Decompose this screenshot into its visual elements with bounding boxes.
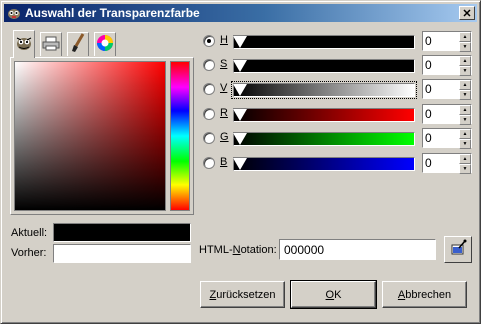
tab-color-wheel[interactable]	[94, 32, 116, 56]
tab-gimp[interactable]	[13, 30, 35, 58]
close-button[interactable]: ✕	[459, 6, 475, 20]
printer-icon	[42, 35, 60, 54]
slider-thumb[interactable]	[233, 60, 247, 72]
slider-g[interactable]	[233, 132, 415, 146]
channel-label-b: B	[220, 156, 228, 168]
spin-value-r[interactable]	[425, 106, 455, 122]
hue-strip[interactable]	[170, 61, 190, 211]
eyedropper-icon	[449, 239, 467, 260]
slider-thumb[interactable]	[233, 158, 247, 170]
slider-h[interactable]	[233, 35, 415, 49]
spin-up-button[interactable]: ▲	[459, 32, 471, 42]
spinbutton-r[interactable]: ▲▼	[422, 104, 472, 125]
radio-r[interactable]	[203, 108, 215, 120]
channel-label-h: H	[220, 34, 228, 46]
gimp-icon	[15, 35, 33, 54]
channel-label-v: V	[220, 82, 228, 94]
window-title: Auswahl der Transparenzfarbe	[25, 6, 200, 20]
slider-thumb[interactable]	[233, 36, 247, 48]
slider-thumb[interactable]	[233, 109, 247, 121]
channel-label-s: S	[220, 58, 228, 70]
slider-r[interactable]	[233, 108, 415, 122]
radio-g[interactable]	[203, 132, 215, 144]
spinbutton-b[interactable]: ▲▼	[422, 153, 472, 174]
current-label: Aktuell:	[11, 227, 48, 239]
spin-down-button[interactable]: ▼	[459, 115, 471, 125]
radio-h[interactable]	[203, 35, 215, 47]
spin-up-button[interactable]: ▲	[459, 56, 471, 66]
spin-value-h[interactable]	[425, 33, 455, 49]
spinbutton-s[interactable]: ▲▼	[422, 55, 472, 76]
saturation-value-field[interactable]	[14, 61, 166, 211]
slider-b[interactable]	[233, 157, 415, 171]
spin-value-s[interactable]	[425, 57, 455, 73]
html-notation-input[interactable]	[279, 239, 436, 260]
current-color-swatch	[53, 223, 191, 242]
spin-value-b[interactable]	[425, 155, 455, 171]
spin-up-button[interactable]: ▲	[459, 154, 471, 164]
tab-printer[interactable]	[40, 32, 62, 56]
spin-up-button[interactable]: ▲	[459, 105, 471, 115]
spinbutton-v[interactable]: ▲▼	[422, 79, 472, 100]
spinbutton-h[interactable]: ▲▼	[422, 31, 472, 52]
spin-up-button[interactable]: ▲	[459, 129, 471, 139]
slider-thumb[interactable]	[233, 84, 247, 96]
color-dialog-window: Auswahl der Transparenzfarbe ✕ Aktuell: …	[0, 0, 481, 324]
spin-down-button[interactable]: ▼	[459, 164, 471, 174]
previous-label: Vorher:	[11, 247, 47, 259]
spin-up-button[interactable]: ▲	[459, 80, 471, 90]
radio-s[interactable]	[203, 59, 215, 71]
cancel-button[interactable]: Abbrechen	[382, 281, 467, 308]
radio-v[interactable]	[203, 83, 215, 95]
spin-down-button[interactable]: ▼	[459, 66, 471, 76]
slider-v[interactable]	[231, 81, 417, 99]
color-wheel-icon	[96, 34, 114, 55]
radio-dot	[207, 39, 211, 43]
spin-down-button[interactable]: ▼	[459, 90, 471, 100]
radio-b[interactable]	[203, 157, 215, 169]
title-bar: Auswahl der Transparenzfarbe ✕	[4, 4, 477, 22]
color-picker-button[interactable]	[444, 236, 472, 263]
tab-brush[interactable]	[67, 32, 89, 56]
spin-down-button[interactable]: ▼	[459, 139, 471, 149]
channel-label-r: R	[220, 107, 228, 119]
spin-value-g[interactable]	[425, 130, 455, 146]
ok-button[interactable]: OK	[290, 280, 377, 309]
reset-button[interactable]: Zurücksetzen	[200, 281, 285, 308]
spin-value-v[interactable]	[425, 81, 455, 97]
previous-color-swatch[interactable]	[53, 244, 191, 263]
spinbutton-g[interactable]: ▲▼	[422, 128, 472, 149]
html-notation-label: HTML-Notation:	[199, 244, 277, 256]
slider-s[interactable]	[233, 59, 415, 73]
channel-label-g: G	[220, 131, 229, 143]
gimp-icon	[6, 6, 22, 20]
spin-down-button[interactable]: ▼	[459, 42, 471, 52]
brush-icon	[69, 33, 87, 56]
slider-thumb[interactable]	[233, 133, 247, 145]
